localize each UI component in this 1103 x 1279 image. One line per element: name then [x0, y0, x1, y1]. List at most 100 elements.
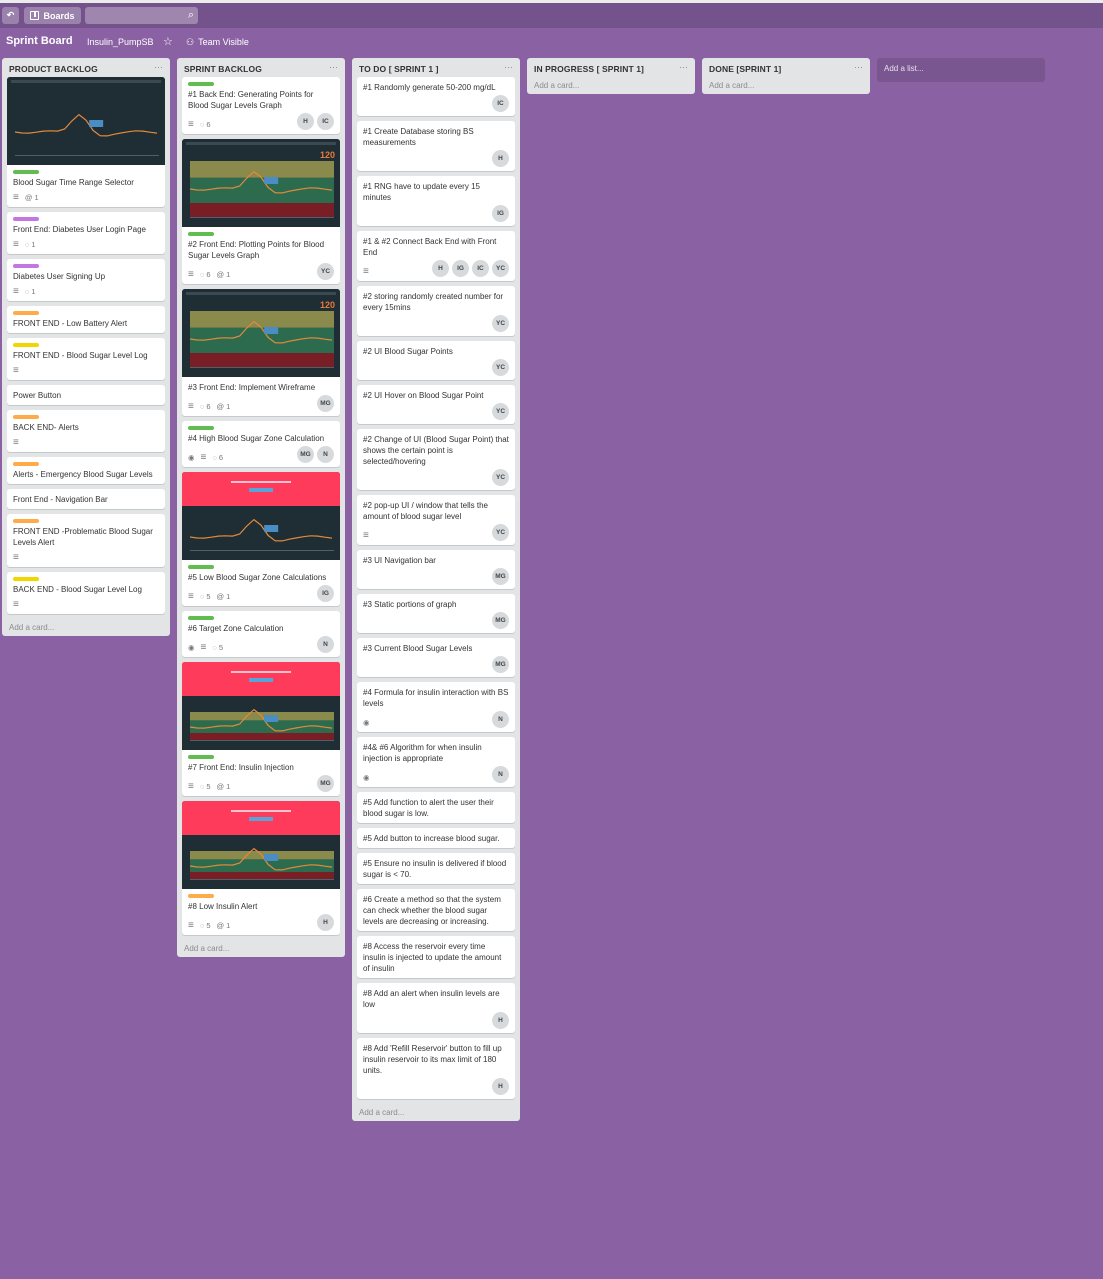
- card[interactable]: #7 Front End: Insulin Injection ≡ ◌ 5 @1 MG: [182, 662, 340, 796]
- card-members: YC: [492, 524, 509, 541]
- visibility-button[interactable]: ⚇ Team Visible: [186, 37, 249, 48]
- member-avatar[interactable]: YC: [492, 315, 509, 332]
- member-avatar[interactable]: MG: [317, 775, 334, 792]
- search-input[interactable]: ⌕: [85, 7, 198, 24]
- member-avatar[interactable]: YC: [492, 524, 509, 541]
- member-avatar[interactable]: H: [492, 150, 509, 167]
- member-avatar[interactable]: IG: [492, 205, 509, 222]
- card[interactable]: #2 pop-up UI / window that tells the amo…: [357, 495, 515, 545]
- card[interactable]: #6 Target Zone Calculation ◉ ≡ ◌ 5 N: [182, 611, 340, 657]
- card[interactable]: #4 Formula for insulin interaction with …: [357, 682, 515, 732]
- card[interactable]: Alerts - Emergency Blood Sugar Levels: [7, 457, 165, 484]
- card-title: BACK END - Blood Sugar Level Log: [13, 585, 142, 594]
- member-avatar[interactable]: MG: [492, 612, 509, 629]
- add-card-button[interactable]: Add a card...: [177, 940, 345, 957]
- member-avatar[interactable]: H: [432, 260, 449, 277]
- card[interactable]: #5 Low Blood Sugar Zone Calculations ≡ ◌ 5 @…: [182, 472, 340, 606]
- card[interactable]: Front End - Navigation Bar: [7, 489, 165, 509]
- list-title[interactable]: SPRINT BACKLOG: [184, 64, 262, 77]
- list-title[interactable]: PRODUCT BACKLOG: [9, 64, 98, 77]
- add-card-button[interactable]: Add a card...: [527, 77, 695, 94]
- card[interactable]: #3 UI Navigation bar MG: [357, 550, 515, 589]
- card-label-green: [188, 565, 214, 569]
- card[interactable]: Blood Sugar Time Range Selector ≡ @1: [7, 77, 165, 207]
- card-members: YC: [492, 315, 509, 332]
- add-card-button[interactable]: Add a card...: [352, 1104, 520, 1121]
- member-avatar[interactable]: H: [317, 914, 334, 931]
- member-avatar[interactable]: N: [492, 766, 509, 783]
- card[interactable]: #2 storing randomly created number for e…: [357, 286, 515, 336]
- member-avatar[interactable]: H: [492, 1012, 509, 1029]
- member-avatar[interactable]: YC: [492, 403, 509, 420]
- card[interactable]: Diabetes User Signing Up ≡ ◌ 1: [7, 259, 165, 301]
- board-org[interactable]: Insulin_PumpSB: [87, 37, 154, 47]
- list-title[interactable]: TO DO [ SPRINT 1 ]: [359, 64, 439, 77]
- card[interactable]: #3 Current Blood Sugar Levels MG: [357, 638, 515, 677]
- card[interactable]: 120 #3 Front End: Implement Wireframe ≡ ◌ 6 @…: [182, 289, 340, 416]
- member-avatar[interactable]: H: [492, 1078, 509, 1095]
- card-title: #1 RNG have to update every 15 minutes: [363, 182, 480, 202]
- card[interactable]: #6 Create a method so that the system ca…: [357, 889, 515, 931]
- member-avatar[interactable]: MG: [492, 656, 509, 673]
- member-avatar[interactable]: IG: [317, 585, 334, 602]
- member-avatar[interactable]: N: [317, 446, 334, 463]
- card[interactable]: FRONT END -Problematic Blood Sugar Level…: [7, 514, 165, 567]
- back-button[interactable]: ↶: [2, 7, 19, 24]
- card[interactable]: Front End: Diabetes User Login Page ≡ ◌ 1: [7, 212, 165, 254]
- card[interactable]: #8 Low Insulin Alert ≡ ◌ 5 @1 H: [182, 801, 340, 935]
- boards-button[interactable]: Boards: [24, 7, 81, 24]
- board-title[interactable]: Sprint Board: [6, 35, 73, 47]
- card[interactable]: #5 Add function to alert the user their …: [357, 792, 515, 823]
- member-avatar[interactable]: YC: [492, 260, 509, 277]
- list-menu-icon[interactable]: ···: [329, 63, 338, 77]
- search-icon[interactable]: ⌕: [188, 9, 194, 22]
- card-title: #7 Front End: Insulin Injection: [188, 763, 294, 772]
- member-avatar[interactable]: MG: [492, 568, 509, 585]
- member-avatar[interactable]: MG: [317, 395, 334, 412]
- card[interactable]: #4& #6 Algorithm for when insulin inject…: [357, 737, 515, 787]
- list-menu-icon[interactable]: ···: [154, 63, 163, 77]
- card[interactable]: #8 Add an alert when insulin levels are …: [357, 983, 515, 1033]
- card[interactable]: FRONT END - Low Battery Alert: [7, 306, 165, 333]
- card[interactable]: #1 Create Database storing BS measuremen…: [357, 121, 515, 171]
- add-card-button[interactable]: Add a card...: [2, 619, 170, 636]
- card[interactable]: #8 Add 'Refill Reservoir' button to fill…: [357, 1038, 515, 1099]
- member-avatar[interactable]: YC: [317, 263, 334, 280]
- member-avatar[interactable]: N: [317, 636, 334, 653]
- list-title[interactable]: IN PROGRESS [ SPRINT 1]: [534, 64, 644, 77]
- list-menu-icon[interactable]: ···: [854, 63, 863, 77]
- card[interactable]: 120 #2 Front End: Plotting Points for Blo…: [182, 139, 340, 284]
- card[interactable]: #5 Add button to increase blood sugar.: [357, 828, 515, 848]
- member-avatar[interactable]: IG: [452, 260, 469, 277]
- member-avatar[interactable]: N: [492, 711, 509, 728]
- card[interactable]: FRONT END - Blood Sugar Level Log ≡: [7, 338, 165, 380]
- list-menu-icon[interactable]: ···: [504, 63, 513, 77]
- add-card-button[interactable]: Add a card...: [702, 77, 870, 94]
- card[interactable]: #2 UI Hover on Blood Sugar Point YC: [357, 385, 515, 424]
- card[interactable]: #1 & #2 Connect Back End with Front End ≡…: [357, 231, 515, 281]
- member-avatar[interactable]: MG: [297, 446, 314, 463]
- card[interactable]: #2 Change of UI (Blood Sugar Point) that…: [357, 429, 515, 490]
- card[interactable]: BACK END - Blood Sugar Level Log ≡: [7, 572, 165, 614]
- card[interactable]: #2 UI Blood Sugar Points YC: [357, 341, 515, 380]
- card[interactable]: #8 Access the reservoir every time insul…: [357, 936, 515, 978]
- card[interactable]: #1 RNG have to update every 15 minutes IG: [357, 176, 515, 226]
- member-avatar[interactable]: IC: [492, 95, 509, 112]
- add-list-button[interactable]: Add a list...: [877, 58, 1045, 82]
- member-avatar[interactable]: IC: [317, 113, 334, 130]
- card[interactable]: #5 Ensure no insulin is delivered if blo…: [357, 853, 515, 884]
- card[interactable]: #4 High Blood Sugar Zone Calculation ◉ ≡ ◌ 6…: [182, 421, 340, 467]
- list-title[interactable]: DONE [SPRINT 1]: [709, 64, 781, 77]
- card[interactable]: #1 Randomly generate 50-200 mg/dL IC: [357, 77, 515, 116]
- card[interactable]: #1 Back End: Generating Points for Blood…: [182, 77, 340, 134]
- member-avatar[interactable]: YC: [492, 359, 509, 376]
- star-icon[interactable]: ☆: [163, 35, 173, 48]
- card[interactable]: BACK END- Alerts ≡: [7, 410, 165, 452]
- comment-count: 6: [206, 269, 211, 279]
- member-avatar[interactable]: YC: [492, 469, 509, 486]
- card[interactable]: #3 Static portions of graph MG: [357, 594, 515, 633]
- list-menu-icon[interactable]: ···: [679, 63, 688, 77]
- member-avatar[interactable]: H: [297, 113, 314, 130]
- member-avatar[interactable]: IC: [472, 260, 489, 277]
- card[interactable]: Power Button: [7, 385, 165, 405]
